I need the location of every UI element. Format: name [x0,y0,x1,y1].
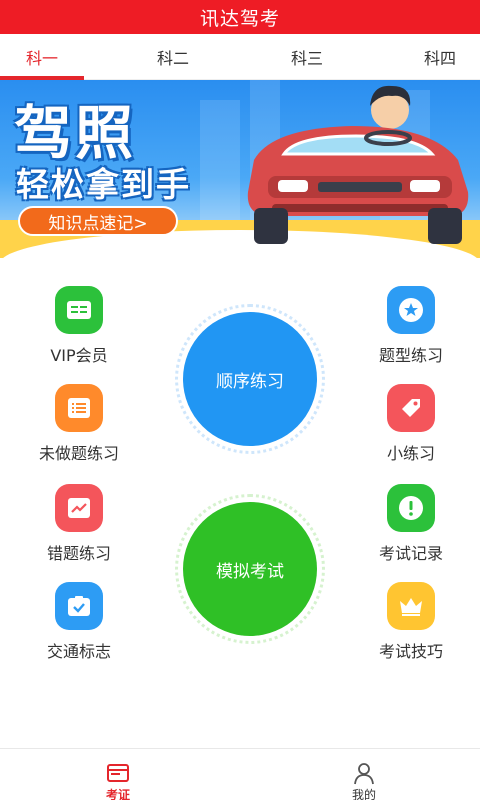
feature-wrong-practice[interactable]: 错题练习 [19,484,139,574]
feature-exam-tips[interactable]: 考试技巧 [351,582,471,672]
star-icon [387,286,435,334]
sequential-practice-ring: 顺序练习 [175,304,325,454]
subject-tabs: 科一 科二 科三 科四 [0,34,480,80]
feature-label: 未做题练习 [38,444,119,463]
sequential-practice-button[interactable]: 顺序练习 [183,312,317,446]
feature-label: 交通标志 [46,642,111,661]
feature-label: 小练习 [386,444,435,463]
feature-undone-practice[interactable]: 未做题练习 [19,384,139,474]
feature-label: 错题练习 [46,544,111,563]
app-title-bar: 讯达驾考 [0,0,480,34]
tab-ke-si[interactable]: 科四 [392,34,480,80]
feature-vip[interactable]: VIP会员 [19,286,139,376]
check-badge-icon [55,582,103,630]
list-icon [55,384,103,432]
feature-mini-practice[interactable]: 小练习 [351,384,471,474]
bottom-navigation: 考证 我的 [0,748,480,800]
app-root: 讯达驾考 科一 科二 科三 科四 驾照 轻松拿到手 知识点速记> VIP会员 未… [0,0,480,800]
feature-label: 题型练习 [378,346,443,365]
car-driver-illustration [247,85,469,244]
nav-item-mine[interactable]: 我的 [304,749,424,800]
nav-label: 考证 [105,788,130,800]
tag-icon [387,384,435,432]
alert-icon [387,484,435,532]
feature-question-types[interactable]: 题型练习 [351,286,471,376]
feature-traffic-signs[interactable]: 交通标志 [19,582,139,672]
tab-ke-san[interactable]: 科三 [259,34,355,80]
trend-icon [55,484,103,532]
mock-exam-button[interactable]: 模拟考试 [183,502,317,636]
feature-label: VIP会员 [50,346,108,365]
tab-ke-yi[interactable]: 科一 [0,34,90,80]
nav-label: 我的 [351,788,376,800]
person-icon [354,763,374,785]
feature-exam-records[interactable]: 考试记录 [351,484,471,574]
nav-item-license[interactable]: 考证 [58,749,178,800]
feature-label: 考试技巧 [378,642,443,661]
card-icon [55,286,103,334]
mock-exam-ring: 模拟考试 [175,494,325,644]
app-title: 讯达驾考 [199,7,280,30]
promo-banner[interactable]: 驾照 轻松拿到手 知识点速记> [0,80,480,258]
tab-ke-er[interactable]: 科二 [125,34,221,80]
feature-label: 考试记录 [378,544,443,563]
crown-icon [387,582,435,630]
quick-notes-button[interactable]: 知识点速记> [18,206,178,236]
banner-subtitle: 轻松拿到手 [16,165,191,204]
license-icon [107,764,129,782]
